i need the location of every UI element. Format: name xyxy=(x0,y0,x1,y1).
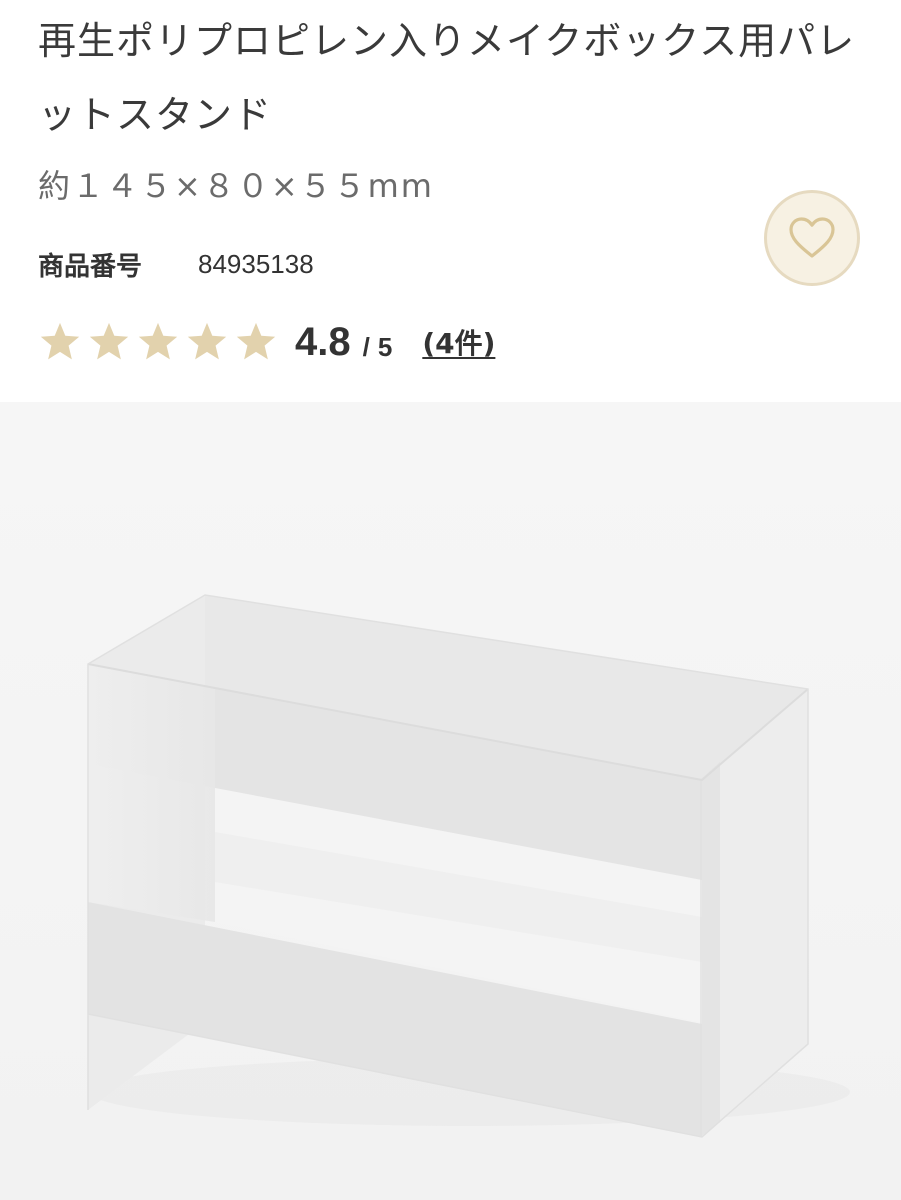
rating-row: 4.8 / 5 (4件) xyxy=(38,314,495,370)
rating-value: 4.8 xyxy=(295,319,351,364)
star-icon xyxy=(138,322,178,360)
product-size: 約１４５×８０×５５mm xyxy=(38,167,434,205)
rating-separator: / xyxy=(362,331,370,362)
star-icon xyxy=(236,322,276,360)
product-header: 再生ポリプロピレン入りメイクボックス用パレットスタンド 約１４５×８０×５５mm… xyxy=(0,0,901,402)
rating-stars xyxy=(38,321,283,363)
review-count-link[interactable]: (4件) xyxy=(422,322,495,362)
product-photo xyxy=(0,402,901,1200)
product-code-label: 商品番号 xyxy=(38,251,143,282)
rating-max: 5 xyxy=(377,331,393,362)
star-icon xyxy=(40,322,80,360)
heart-icon xyxy=(789,217,835,258)
product-code-row: 商品番号 84935138 xyxy=(38,244,314,284)
favorite-button[interactable] xyxy=(764,190,860,286)
star-icon xyxy=(187,322,227,360)
product-code-value: 84935138 xyxy=(198,248,314,279)
product-title: 再生ポリプロピレン入りメイクボックス用パレットスタンド xyxy=(38,19,856,137)
star-icon xyxy=(89,322,129,360)
product-image xyxy=(0,402,901,1200)
